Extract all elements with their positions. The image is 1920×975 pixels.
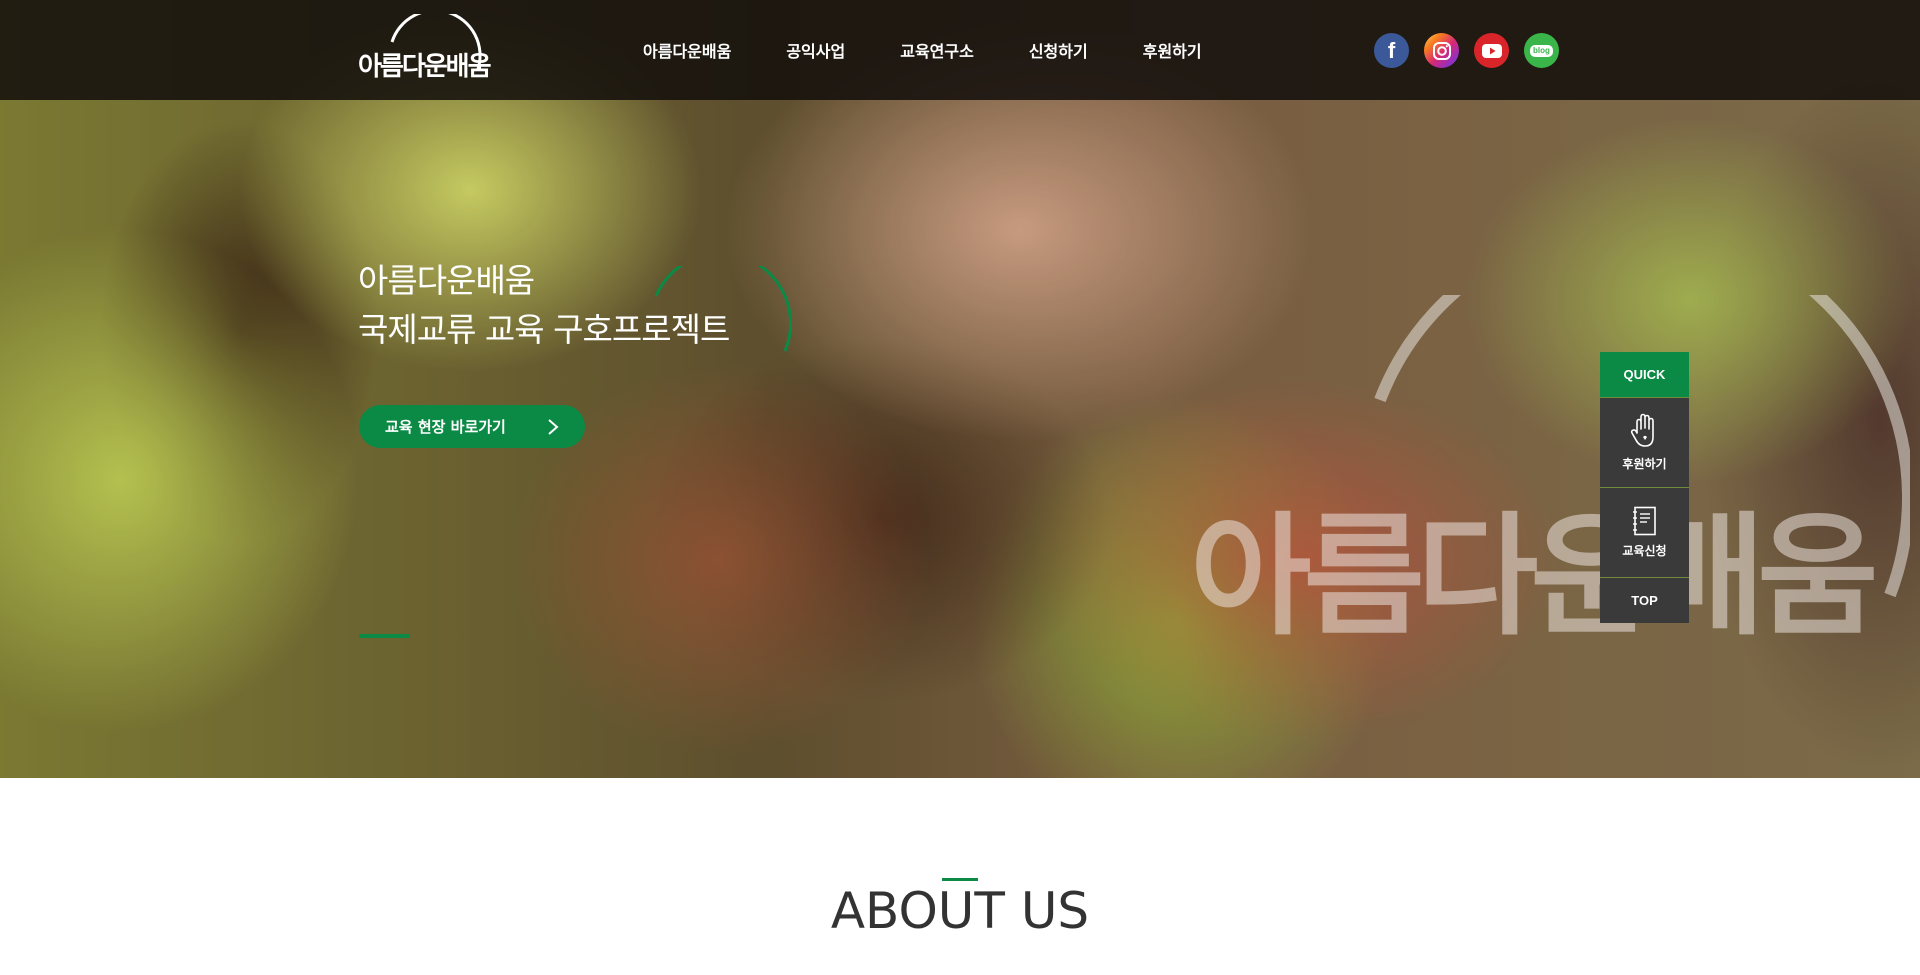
nav-item-projects[interactable]: 공익사업 [786, 38, 845, 62]
blog-icon[interactable]: blog [1524, 33, 1559, 68]
notebook-icon [1632, 506, 1656, 536]
instagram-glyph [1432, 41, 1451, 60]
site-header: 아름다운배움 아름다운배움 공익사업 교육연구소 신청하기 후원하기 f blo… [0, 0, 1920, 100]
quick-donate-label: 후원하기 [1622, 457, 1667, 471]
facebook-icon[interactable]: f [1374, 33, 1409, 68]
quick-apply-button[interactable]: 교육신청 [1600, 487, 1689, 577]
quick-apply-label: 교육신청 [1622, 544, 1667, 558]
blog-glyph: blog [1530, 44, 1553, 57]
field-visit-button[interactable]: 교육 현장 바로가기 [359, 405, 585, 448]
instagram-icon[interactable] [1424, 33, 1459, 68]
quick-donate-button[interactable]: 후원하기 [1600, 397, 1689, 487]
logo-text: 아름다운배움 [358, 52, 492, 82]
youtube-icon[interactable] [1474, 33, 1509, 68]
field-visit-button-label: 교육 현장 바로가기 [385, 418, 506, 436]
watermark-text: 아름다운배움 [1190, 500, 1879, 654]
about-title: ABOUT US [830, 882, 1090, 940]
nav-item-about[interactable]: 아름다운배움 [643, 38, 731, 62]
youtube-glyph [1481, 43, 1502, 58]
about-accent-bar [942, 878, 978, 881]
quick-menu: QUICK 후원하기 교육신청 TOP [1600, 352, 1689, 623]
chevron-right-icon [548, 419, 559, 435]
hero-title-arc [654, 266, 792, 352]
quick-menu-title: QUICK [1600, 352, 1689, 397]
scroll-top-button[interactable]: TOP [1600, 577, 1689, 623]
nav-item-institute[interactable]: 교육연구소 [900, 38, 974, 62]
hand-icon [1630, 413, 1654, 447]
site-logo[interactable]: 아름다운배움 [358, 14, 492, 88]
social-links: f blog [1374, 33, 1559, 68]
main-nav: 아름다운배움 공익사업 교육연구소 신청하기 후원하기 [643, 0, 1202, 100]
slide-indicator[interactable] [359, 634, 409, 638]
nav-item-apply[interactable]: 신청하기 [1029, 38, 1088, 62]
about-section: ABOUT US [0, 778, 1920, 975]
nav-item-donate[interactable]: 후원하기 [1143, 38, 1202, 62]
